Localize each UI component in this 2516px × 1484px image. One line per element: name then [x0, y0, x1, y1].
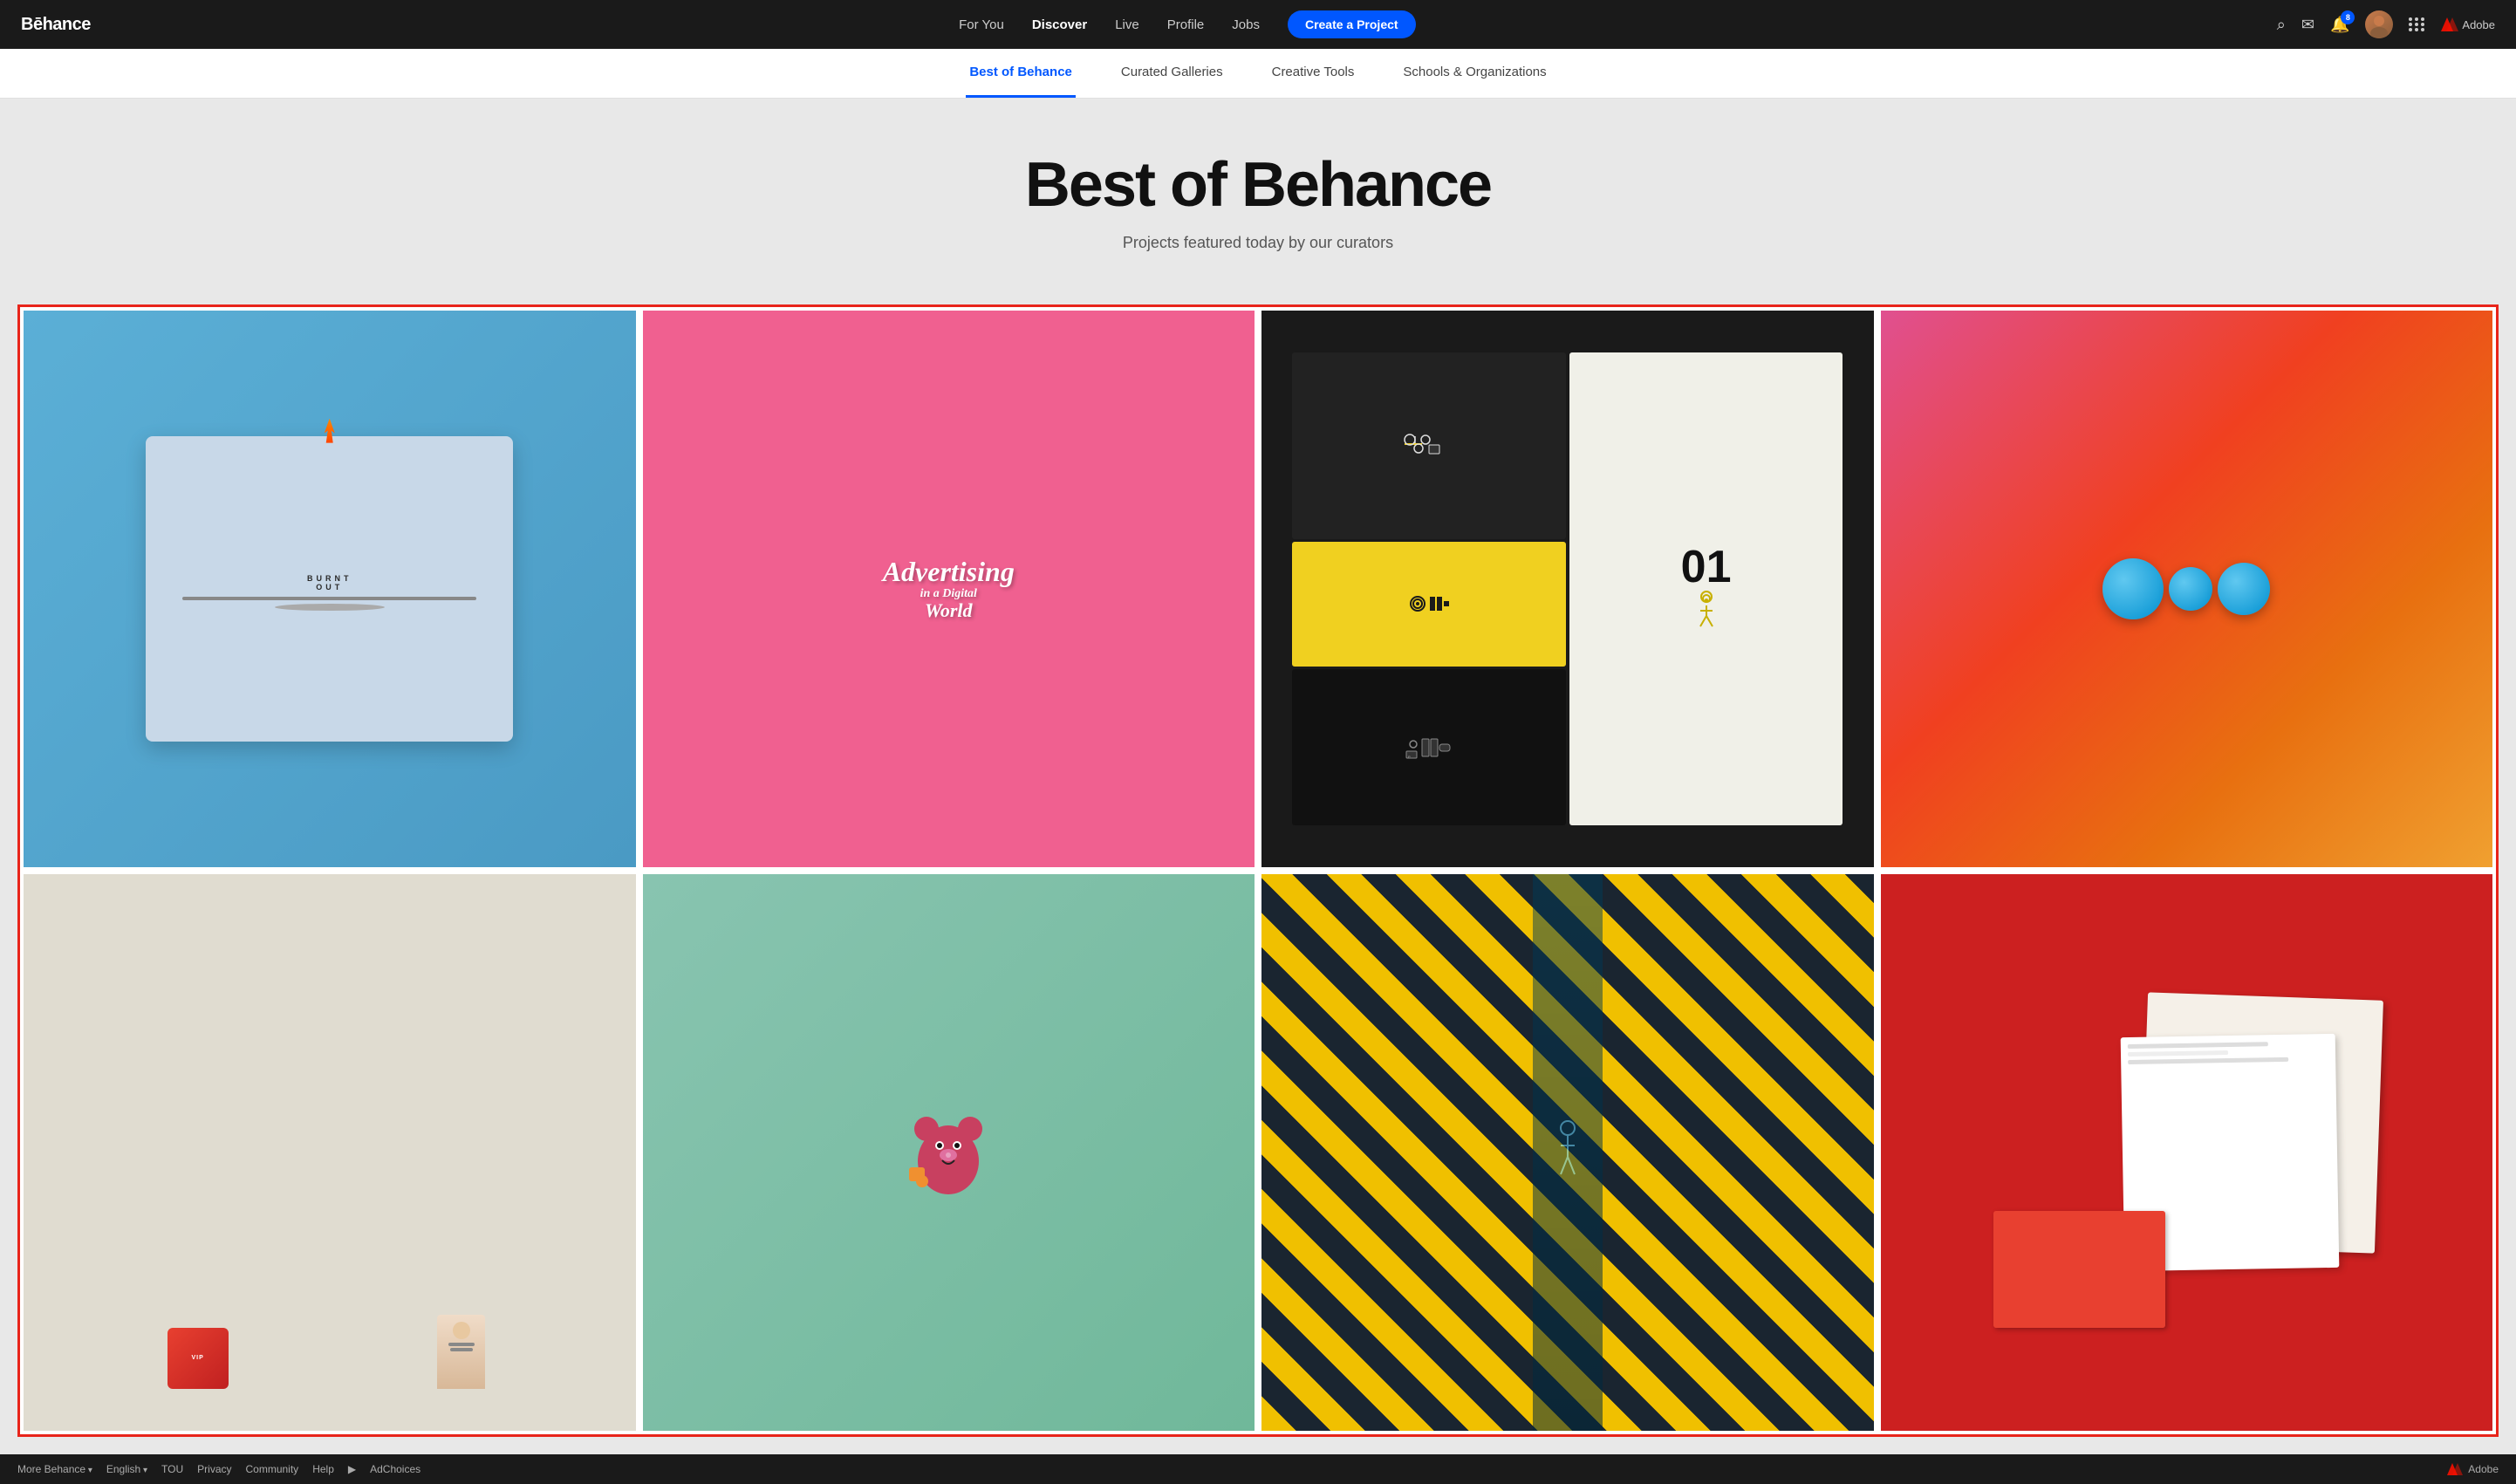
gallery-grid: BURNT OUT Advertising in a Digital World [17, 304, 2499, 1436]
nav-links: For You Discover Live Profile Jobs Creat… [126, 10, 2249, 38]
footer-community[interactable]: Community [246, 1463, 299, 1475]
sub-nav-creative-tools[interactable]: Creative Tools [1268, 49, 1358, 98]
notifications-icon[interactable]: 🔔 8 [2330, 16, 2349, 34]
apps-grid-icon[interactable] [2409, 17, 2425, 31]
card-8-content [1881, 874, 2493, 1431]
card-2-content: Advertising in a Digital World [883, 557, 1015, 622]
create-project-button[interactable]: Create a Project [1288, 10, 1416, 38]
footer-adchoices[interactable]: AdChoices [370, 1463, 420, 1475]
nav-jobs[interactable]: Jobs [1232, 17, 1260, 32]
footer-privacy[interactable]: Privacy [197, 1463, 231, 1475]
card-5-content: VIP [70, 916, 590, 1389]
hero-title: Best of Behance [17, 151, 2499, 220]
card-4-content [2102, 558, 2270, 619]
navbar-right: ⌕ ✉ 🔔 8 Adobe [2277, 10, 2495, 38]
brand-logo[interactable]: Bēhance [21, 15, 91, 35]
gallery-item-8[interactable] [1881, 874, 2493, 1431]
svg-text:P: P [1408, 755, 1411, 759]
hero-subtitle: Projects featured today by our curators [17, 234, 2499, 252]
footer-links: More Behance English TOU Privacy Communi… [17, 1463, 420, 1475]
adobe-label: Adobe [2462, 18, 2495, 31]
nav-for-you[interactable]: For You [959, 17, 1004, 32]
search-icon[interactable]: ⌕ [2277, 16, 2286, 34]
circle-large [2102, 558, 2164, 619]
card-3-content: P 01 [1292, 352, 1843, 825]
card-1-content: BURNT OUT [146, 436, 513, 742]
nav-live[interactable]: Live [1115, 17, 1139, 32]
gallery-item-3[interactable]: P 01 [1261, 311, 1874, 867]
navbar: Bēhance For You Discover Live Profile Jo… [0, 0, 2516, 49]
footer-help[interactable]: Help [312, 1463, 334, 1475]
adobe-logo[interactable]: Adobe [2441, 17, 2495, 31]
gallery-item-2[interactable]: Advertising in a Digital World [643, 311, 1255, 867]
gallery-item-5[interactable]: VIP [24, 874, 636, 1431]
sub-nav-schools-organizations[interactable]: Schools & Organizations [1399, 49, 1549, 98]
footer-adchoices-icon: ▶ [348, 1463, 356, 1475]
card-3-left: P [1292, 352, 1566, 825]
gallery-item-7[interactable] [1261, 874, 1874, 1431]
footer-language[interactable]: English [106, 1463, 147, 1475]
fire-icon [321, 419, 338, 443]
avatar[interactable] [2365, 10, 2393, 38]
circle-medium [2218, 563, 2270, 615]
card-3-tile-1 [1292, 352, 1566, 539]
messages-icon[interactable]: ✉ [2301, 16, 2314, 34]
footer-tou[interactable]: TOU [161, 1463, 183, 1475]
gallery-item-6[interactable] [643, 874, 1255, 1431]
sub-nav-best-of-behance[interactable]: Best of Behance [966, 49, 1076, 98]
footer-adobe-label: Adobe [2468, 1463, 2499, 1475]
sub-nav-curated-galleries[interactable]: Curated Galleries [1118, 49, 1227, 98]
gallery-section: BURNT OUT Advertising in a Digital World [0, 296, 2516, 1453]
footer-more-behance[interactable]: More Behance [17, 1463, 92, 1475]
circle-small [2169, 567, 2212, 611]
gallery-item-1[interactable]: BURNT OUT [24, 311, 636, 867]
nav-profile[interactable]: Profile [1167, 17, 1205, 32]
footer-adobe[interactable]: Adobe [2447, 1463, 2499, 1475]
hero-section: Best of Behance Projects featured today … [0, 99, 2516, 296]
notification-badge: 8 [2341, 10, 2355, 24]
card-7-content [1261, 874, 1874, 1431]
gallery-item-4[interactable] [1881, 311, 2493, 867]
sub-nav: Best of Behance Curated Galleries Creati… [0, 49, 2516, 99]
nav-discover[interactable]: Discover [1032, 17, 1087, 32]
card-6-content [643, 874, 1255, 1431]
card-3-tile-3: P [1292, 669, 1566, 825]
footer: More Behance English TOU Privacy Communi… [0, 1454, 2516, 1484]
card-3-tile-2 [1292, 542, 1566, 667]
